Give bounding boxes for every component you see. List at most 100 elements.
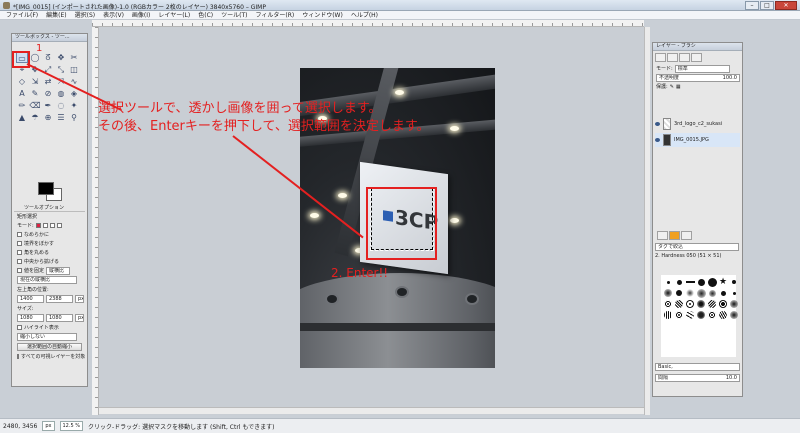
brush-swatch[interactable]: [664, 311, 672, 319]
brush-swatch[interactable]: [720, 290, 726, 296]
zoom-select[interactable]: 12.5 %: [59, 421, 83, 431]
position-unit-select[interactable]: px: [75, 295, 84, 303]
brush-swatch[interactable]: [666, 280, 670, 284]
brush-swatch[interactable]: [697, 300, 705, 308]
vertical-ruler[interactable]: [92, 27, 99, 415]
brush-swatch[interactable]: [708, 311, 716, 319]
menu-image[interactable]: 画像(I): [128, 11, 154, 19]
brush-preset-field[interactable]: Basic,: [655, 363, 740, 371]
patterns-tab-icon[interactable]: [669, 231, 680, 240]
ratio-field[interactable]: 現在の縦横比: [17, 276, 77, 284]
brush-swatch[interactable]: [676, 290, 682, 296]
brush-swatch[interactable]: [707, 277, 717, 287]
menu-tools[interactable]: ツール(T): [217, 11, 251, 19]
brush-swatch[interactable]: [685, 281, 695, 283]
antialias-checkbox[interactable]: [17, 232, 22, 237]
brush-swatch[interactable]: [696, 288, 706, 298]
star-brush-icon[interactable]: ★: [719, 278, 727, 287]
size-width-field[interactable]: 1080: [17, 314, 44, 322]
lock-pixels-icon[interactable]: ✎: [670, 83, 674, 91]
brush-swatch[interactable]: [686, 300, 694, 308]
expand-center-checkbox[interactable]: [17, 259, 22, 264]
mode-add-icon[interactable]: [42, 223, 48, 228]
mode-replace-icon[interactable]: [35, 223, 41, 228]
brush-swatch[interactable]: [697, 311, 705, 319]
paths-tab-icon[interactable]: [679, 53, 690, 62]
tool-options-tab[interactable]: ツールオプション: [14, 204, 85, 212]
brush-swatch[interactable]: [686, 289, 694, 297]
airbrush-tool-icon[interactable]: ⌫: [29, 100, 41, 111]
menu-edit[interactable]: 編集(E): [42, 11, 70, 19]
undo-tab-icon[interactable]: [691, 53, 702, 62]
brush-swatch[interactable]: [676, 279, 682, 285]
scale-tool-icon[interactable]: ⤡: [55, 64, 67, 75]
feather-option[interactable]: 境界をぼかす: [14, 239, 85, 248]
close-button[interactable]: ✕: [775, 1, 797, 10]
fuzzy-select-tool-icon[interactable]: ✥: [55, 52, 67, 63]
position-x-field[interactable]: 1400: [17, 295, 44, 303]
sharpen-tool-icon[interactable]: ▲: [16, 112, 28, 123]
rounded-option[interactable]: 角を丸める: [14, 248, 85, 257]
expand-center-option[interactable]: 中央から拡げる: [14, 257, 85, 266]
layer-row-selected[interactable]: IMG_0015.JPG: [655, 133, 740, 147]
position-y-field[interactable]: 2388: [46, 295, 73, 303]
layer-mode-select[interactable]: 標準: [674, 64, 730, 73]
menu-colors[interactable]: 色(C): [194, 11, 217, 19]
color-picker-tool-icon[interactable]: ⊕: [42, 112, 54, 123]
paths-tool-icon[interactable]: ☰: [55, 112, 67, 123]
brush-swatch[interactable]: [664, 289, 672, 297]
fixed-checkbox[interactable]: [17, 268, 22, 273]
brush-tag-filter[interactable]: タグで絞込: [655, 243, 739, 251]
layer-row[interactable]: 3rd_logo_c2_sukasi: [655, 117, 740, 131]
size-height-field[interactable]: 1080: [46, 314, 73, 322]
brush-swatch[interactable]: [675, 300, 683, 308]
brush-swatch[interactable]: [730, 311, 738, 319]
clone-tool-icon[interactable]: ◌: [55, 100, 67, 111]
visibility-eye-icon[interactable]: [655, 138, 660, 142]
menu-filters[interactable]: フィルター(R): [251, 11, 298, 19]
guides-select[interactable]: 縮小しない: [17, 333, 77, 341]
gradients-tab-icon[interactable]: [681, 231, 692, 240]
brush-swatch[interactable]: [697, 278, 705, 286]
brush-swatch[interactable]: [686, 311, 694, 319]
maximize-button[interactable]: □: [760, 1, 774, 10]
text-tool-icon[interactable]: A: [16, 88, 28, 99]
brush-swatch[interactable]: [732, 291, 736, 295]
fg-bg-color-selector[interactable]: [38, 182, 68, 202]
brush-swatch[interactable]: [675, 311, 683, 319]
horizontal-ruler[interactable]: [92, 20, 644, 27]
menu-layer[interactable]: レイヤー(L): [154, 11, 194, 19]
menu-select[interactable]: 選択(S): [71, 11, 100, 19]
brush-swatch[interactable]: [730, 300, 738, 308]
brush-swatch[interactable]: [719, 311, 727, 319]
vertical-scrollbar[interactable]: [644, 27, 650, 415]
brush-swatch[interactable]: [719, 300, 727, 308]
pencil-tool-icon[interactable]: ✎: [29, 88, 41, 99]
highlight-option[interactable]: ハイライト表示: [14, 323, 85, 332]
unit-select[interactable]: px: [42, 421, 55, 431]
lock-alpha-icon[interactable]: ▦: [676, 83, 681, 91]
heal-tool-icon[interactable]: ✦: [68, 100, 80, 111]
bucket-fill-tool-icon[interactable]: ◍: [55, 88, 67, 99]
highlight-checkbox[interactable]: [17, 325, 22, 330]
ink-tool-icon[interactable]: ✒: [42, 100, 54, 111]
brush-swatch[interactable]: [664, 300, 672, 308]
opacity-slider[interactable]: 不透明度 100.0: [656, 73, 740, 82]
rounded-checkbox[interactable]: [17, 250, 22, 255]
brush-swatch[interactable]: [708, 300, 716, 308]
feather-checkbox[interactable]: [17, 241, 22, 246]
menu-view[interactable]: 表示(V): [99, 11, 128, 19]
paintbrush-tool-icon[interactable]: ✏: [16, 100, 28, 111]
menu-help[interactable]: ヘルプ(H): [347, 11, 382, 19]
auto-shrink-button[interactable]: 選択範囲の自動縮小: [17, 343, 82, 351]
menu-windows[interactable]: ウィンドウ(W): [298, 11, 347, 19]
brushes-tab-icon[interactable]: [657, 231, 668, 240]
brush-spacing-slider[interactable]: 間隔 10.0: [655, 374, 740, 382]
scissors-tool-icon[interactable]: ✂: [68, 52, 80, 63]
minimize-button[interactable]: –: [745, 1, 759, 10]
shear-tool-icon[interactable]: ⇲: [29, 76, 41, 87]
layers-tab-icon[interactable]: [655, 53, 666, 62]
antialias-option[interactable]: なめらかに: [14, 230, 85, 239]
horizontal-scrollbar[interactable]: [99, 407, 644, 414]
mode-intersect-icon[interactable]: [56, 223, 62, 228]
